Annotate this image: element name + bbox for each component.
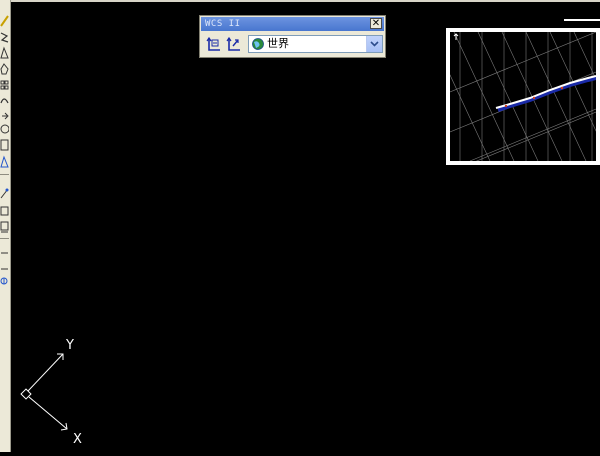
point-icon[interactable]	[0, 246, 9, 260]
arc-icon[interactable]	[0, 94, 9, 108]
close-icon[interactable]: ✕	[370, 18, 382, 29]
ellipse-arc-icon[interactable]	[0, 186, 9, 200]
wcs-toolbar: WCS II ✕ 世界	[199, 15, 386, 58]
insert-block-icon[interactable]	[0, 204, 9, 218]
chevron-down-icon[interactable]	[366, 36, 382, 52]
text-icon[interactable]	[0, 274, 9, 288]
ucs-x-label: X	[73, 432, 82, 447]
layout-viewport[interactable]	[446, 28, 600, 165]
line-icon[interactable]	[0, 14, 9, 28]
ucs-dropdown-value: 世界	[267, 37, 289, 50]
ellipse-icon[interactable]	[0, 155, 9, 169]
ucs-icon: Y X	[15, 335, 90, 452]
wcs-toolbar-titlebar[interactable]: WCS II ✕	[201, 17, 384, 31]
toolbar-separator	[0, 238, 9, 239]
rectangle-icon[interactable]	[0, 78, 9, 92]
spline-icon[interactable]	[0, 138, 9, 152]
drawing-line-segment	[564, 19, 600, 21]
toolbar-separator	[0, 174, 9, 175]
wcs-toolbar-title: WCS II	[205, 19, 241, 29]
polygon-icon[interactable]	[0, 62, 9, 76]
globe-icon	[252, 38, 264, 50]
ucs-manager-icon[interactable]	[205, 35, 223, 53]
ucs-dropdown[interactable]: 世界	[248, 35, 383, 53]
viewport-drawing	[450, 32, 596, 161]
revision-cloud-icon[interactable]	[0, 122, 9, 136]
make-block-icon[interactable]	[0, 220, 9, 234]
triangle-icon[interactable]	[0, 46, 9, 60]
ucs-y-label: Y	[65, 338, 74, 353]
polyline-icon[interactable]	[0, 30, 9, 44]
draw-toolbar	[0, 0, 11, 452]
ucs-previous-icon[interactable]	[225, 35, 243, 53]
